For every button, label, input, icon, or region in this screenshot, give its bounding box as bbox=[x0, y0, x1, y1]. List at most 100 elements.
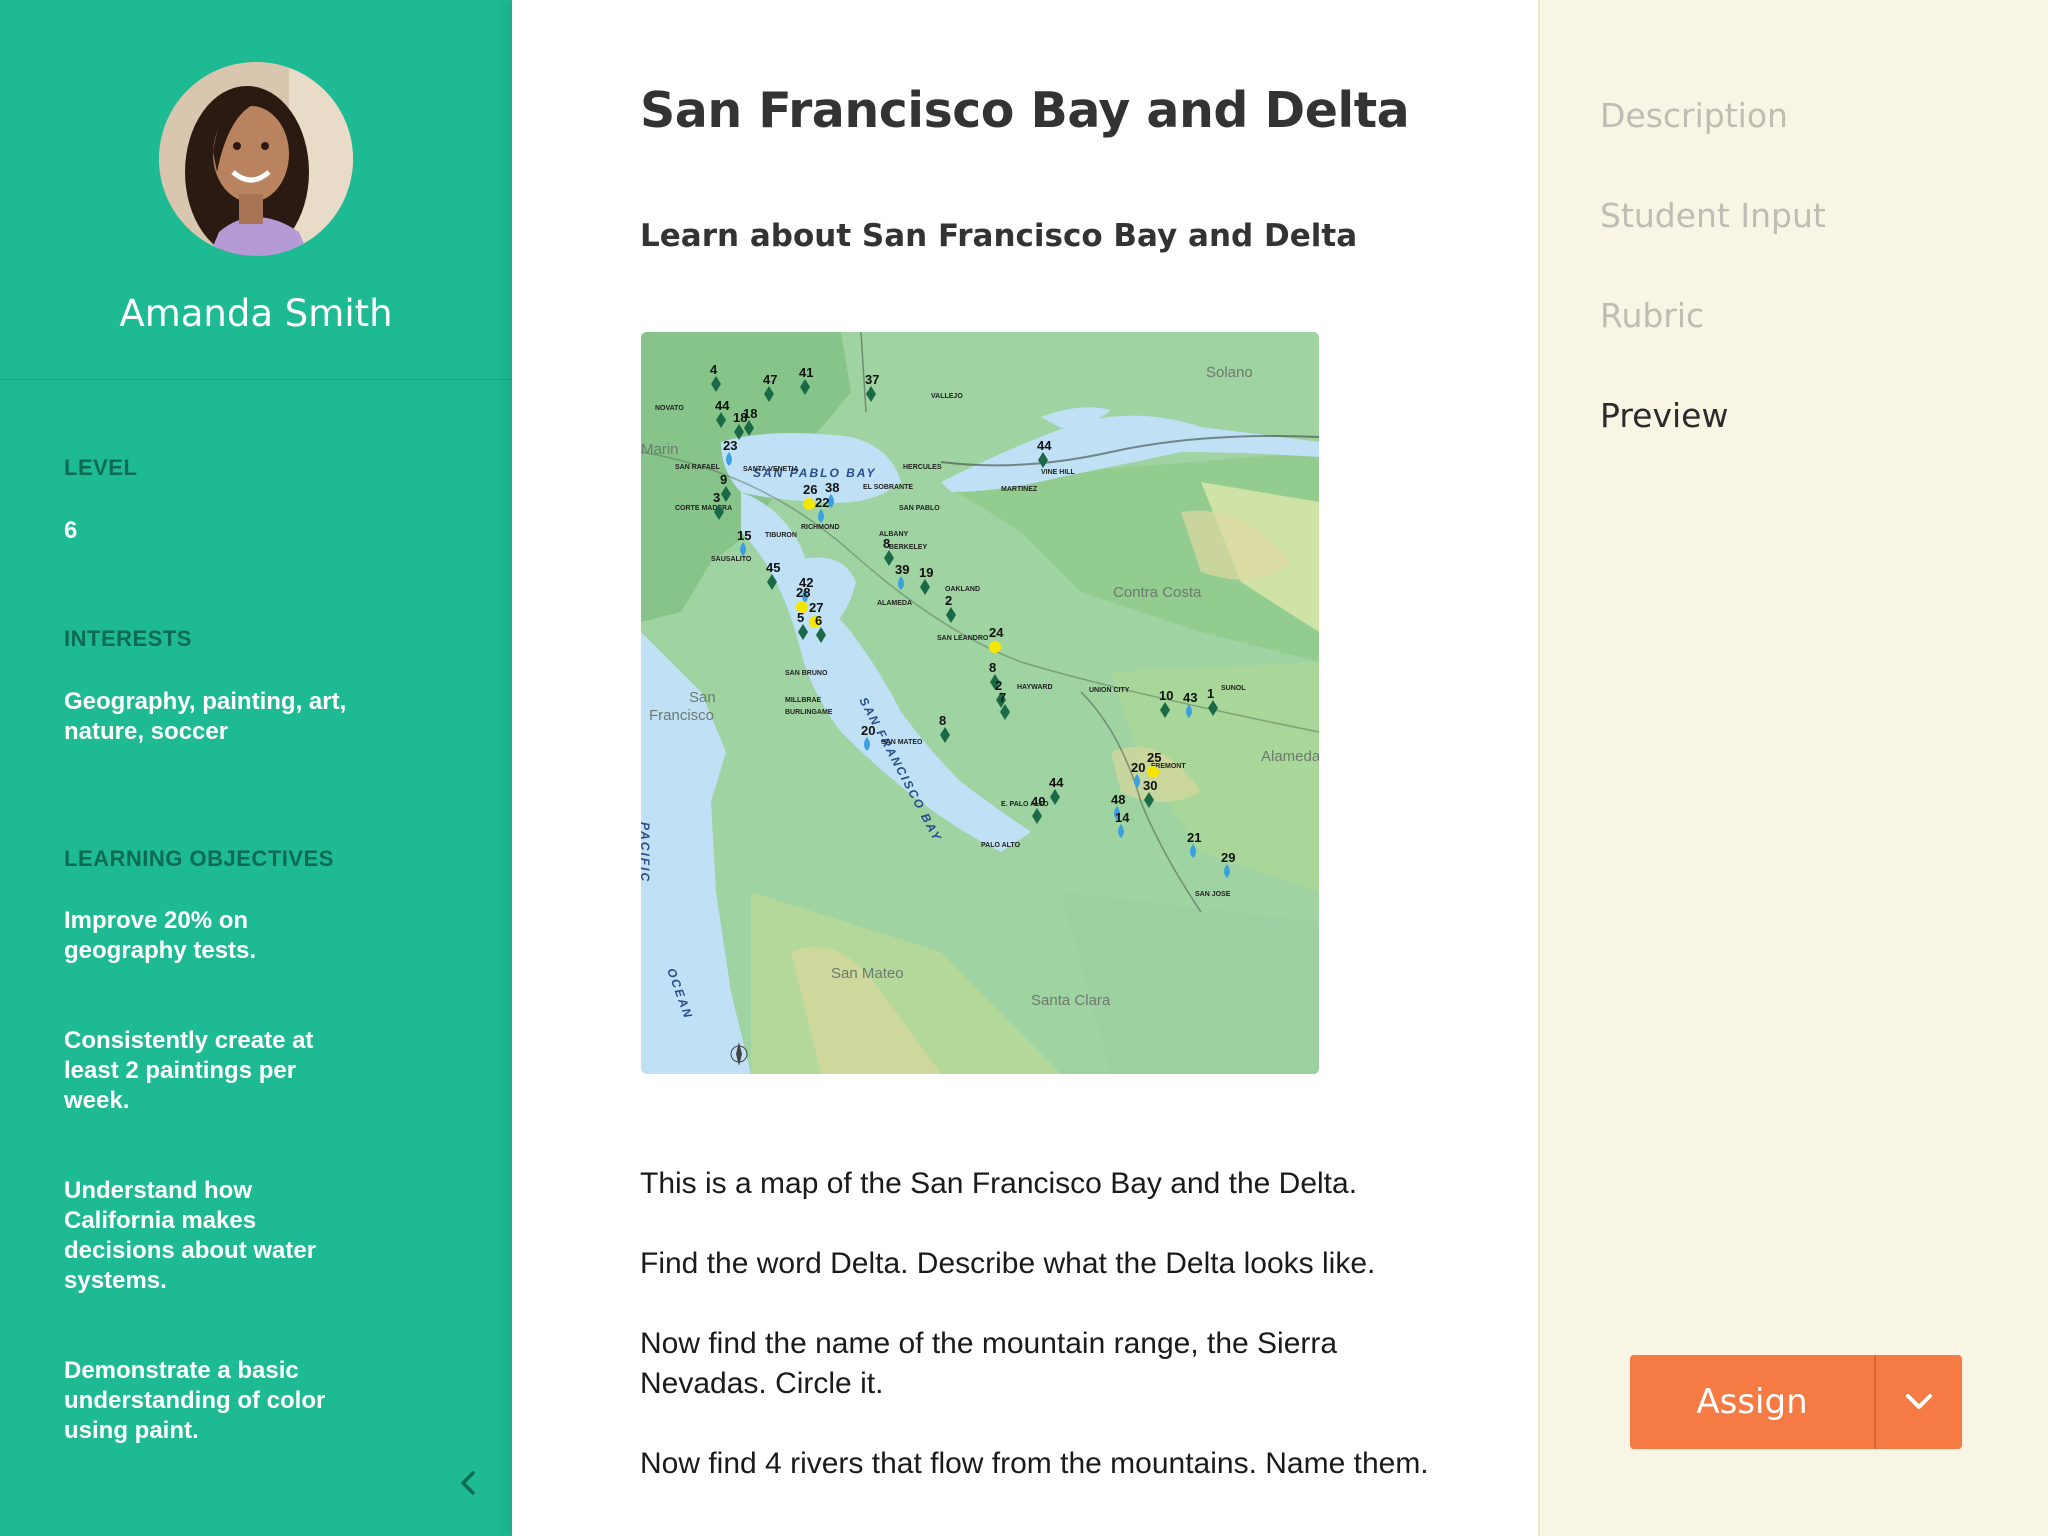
map-town-label: NOVATO bbox=[655, 405, 684, 412]
map-town-label: SAN JOSE bbox=[1195, 891, 1231, 898]
instruction-paragraph: This is a map of the San Francisco Bay a… bbox=[640, 1167, 1358, 1200]
map-site-number: 43 bbox=[1183, 690, 1197, 705]
map-site-number: 47 bbox=[763, 372, 777, 387]
map-region-label: San Mateo bbox=[831, 965, 904, 982]
map-site-number: 4 bbox=[710, 362, 718, 377]
map-town-label: SAN PABLO bbox=[899, 505, 940, 512]
nav-item-description[interactable]: Description bbox=[1600, 96, 1788, 135]
interests-label: INTERESTS bbox=[64, 626, 192, 651]
map-site-number: 5 bbox=[797, 610, 804, 625]
map-site-number: 8 bbox=[989, 660, 996, 675]
map-site-number: 23 bbox=[723, 438, 737, 453]
student-sidebar: Amanda Smith LEVEL 6 INTERESTS Geography… bbox=[0, 0, 512, 1536]
map-town-label: MARTINEZ bbox=[1001, 486, 1038, 493]
map-site-number: 8 bbox=[939, 713, 946, 728]
chevron-down-icon bbox=[1906, 1394, 1932, 1409]
instruction-paragraph: Now find 4 rivers that flow from the mou… bbox=[640, 1447, 1429, 1480]
lesson-step-nav: Description Student Input Rubric Preview… bbox=[1538, 0, 2048, 1536]
map-town-label: ALAMEDA bbox=[877, 600, 912, 607]
map-site-number: 15 bbox=[737, 528, 751, 543]
map-site-number: 44 bbox=[1037, 438, 1052, 453]
map-site-number: 7 bbox=[999, 690, 1006, 705]
objective-item: Consistently create at least 2 paintings… bbox=[64, 1027, 314, 1114]
map-region-label: Solano bbox=[1206, 364, 1253, 381]
map-region-label: Alameda bbox=[1261, 748, 1319, 765]
learning-objectives-label: LEARNING OBJECTIVES bbox=[64, 846, 334, 871]
map-site-number: 24 bbox=[989, 625, 1004, 640]
nav-item-rubric[interactable]: Rubric bbox=[1600, 296, 1704, 335]
map-site-number: 19 bbox=[919, 565, 933, 580]
map-site-number: 9 bbox=[720, 472, 727, 487]
map-site-number: 8 bbox=[883, 536, 890, 551]
map-site-number: 39 bbox=[895, 562, 909, 577]
map-site-number: 6 bbox=[815, 613, 822, 628]
map-site-number: 14 bbox=[1115, 810, 1130, 825]
map-town-label: EL SOBRANTE bbox=[863, 484, 913, 491]
map-site-number: 30 bbox=[1143, 778, 1157, 793]
assign-button[interactable]: Assign bbox=[1630, 1355, 1962, 1449]
map-town-label: VALLEJO bbox=[931, 393, 963, 400]
nav-item-preview[interactable]: Preview bbox=[1600, 396, 1728, 435]
lesson-subtitle: Learn about San Francisco Bay and Delta bbox=[640, 218, 1358, 254]
objective-item: Improve 20% on geography tests. bbox=[64, 907, 257, 964]
map-town-label: UNION CITY bbox=[1089, 687, 1130, 694]
nav-item-student-input[interactable]: Student Input bbox=[1600, 196, 1826, 235]
map-site-number: 18 bbox=[743, 406, 757, 421]
student-avatar bbox=[159, 62, 353, 256]
map-site-number: 45 bbox=[766, 560, 780, 575]
map-site-number: 28 bbox=[796, 585, 810, 600]
map-town-label: SAN LEANDRO bbox=[937, 635, 989, 642]
student-name: Amanda Smith bbox=[119, 292, 393, 335]
map-site-number: 38 bbox=[825, 480, 839, 495]
student-profile: Amanda Smith bbox=[0, 0, 512, 380]
collapse-sidebar-chevron-left-icon[interactable] bbox=[456, 1470, 482, 1496]
level-label: LEVEL bbox=[64, 455, 138, 480]
map-town-label: SAN BRUNO bbox=[785, 670, 828, 677]
map-site-number: 10 bbox=[1159, 688, 1173, 703]
map-region-label: Marin bbox=[641, 441, 679, 458]
map-site-number: 20 bbox=[861, 723, 875, 738]
map-town-label: SAUSALITO bbox=[711, 556, 752, 563]
map-site-number: 40 bbox=[1031, 794, 1045, 809]
map-town-label: BURLINGAME bbox=[785, 709, 833, 716]
map-region-label: San bbox=[689, 689, 716, 706]
map-town-label: SANTA VENETIA bbox=[743, 466, 799, 473]
map-site-number: 21 bbox=[1187, 830, 1201, 845]
map-town-label: SUNOL bbox=[1221, 685, 1246, 692]
map-region-label: Francisco bbox=[649, 707, 714, 724]
objective-item: Understand how California makes decision… bbox=[64, 1177, 317, 1294]
map-site-number: 37 bbox=[865, 372, 879, 387]
map-town-label: BERKELEY bbox=[889, 544, 927, 551]
map-site-number: 48 bbox=[1111, 792, 1125, 807]
map-town-label: SAN RAFAEL bbox=[675, 464, 720, 471]
map-site-number: 1 bbox=[1207, 686, 1214, 701]
map-town-label: OAKLAND bbox=[945, 586, 980, 593]
map-site-number: 22 bbox=[815, 495, 829, 510]
map-site-number: 44 bbox=[1049, 775, 1064, 790]
lesson-content: San Francisco Bay and Delta Learn about … bbox=[512, 0, 1538, 1536]
map-site-number: 3 bbox=[713, 490, 720, 505]
map-town-label: SAN MATEO bbox=[881, 739, 923, 746]
map-town-label: HERCULES bbox=[903, 464, 942, 471]
map-site-number: 29 bbox=[1221, 850, 1235, 865]
map-town-label: PALO ALTO bbox=[981, 842, 1021, 849]
map-site-number: 25 bbox=[1147, 750, 1161, 765]
instruction-paragraph: Now find the name of the mountain range,… bbox=[640, 1327, 1338, 1400]
map-region-label: Santa Clara bbox=[1031, 992, 1111, 1009]
interests-value: Geography, painting, art, nature, soccer bbox=[64, 688, 347, 745]
assign-options-dropdown[interactable] bbox=[1876, 1355, 1962, 1449]
map-site-number: 20 bbox=[1131, 760, 1145, 775]
map-water-label: PACIFIC bbox=[641, 822, 652, 883]
bay-delta-map: Solano Marin Contra Costa San Francisco Alame… bbox=[641, 332, 1319, 1074]
level-value: 6 bbox=[64, 517, 78, 544]
lesson-title: San Francisco Bay and Delta bbox=[640, 82, 1410, 139]
map-site-number: 2 bbox=[945, 593, 952, 608]
map-site-number: 41 bbox=[799, 365, 813, 380]
map-town-label: TIBURON bbox=[765, 532, 797, 539]
map-town-label: HAYWARD bbox=[1017, 684, 1053, 691]
map-site-number: 44 bbox=[715, 398, 730, 413]
assign-button-label[interactable]: Assign bbox=[1630, 1355, 1876, 1449]
objective-item: Demonstrate a basic understanding of col… bbox=[64, 1357, 326, 1444]
instruction-paragraph: Find the word Delta. Describe what the D… bbox=[640, 1247, 1376, 1280]
map-town-label: MILLBRAE bbox=[785, 697, 821, 704]
